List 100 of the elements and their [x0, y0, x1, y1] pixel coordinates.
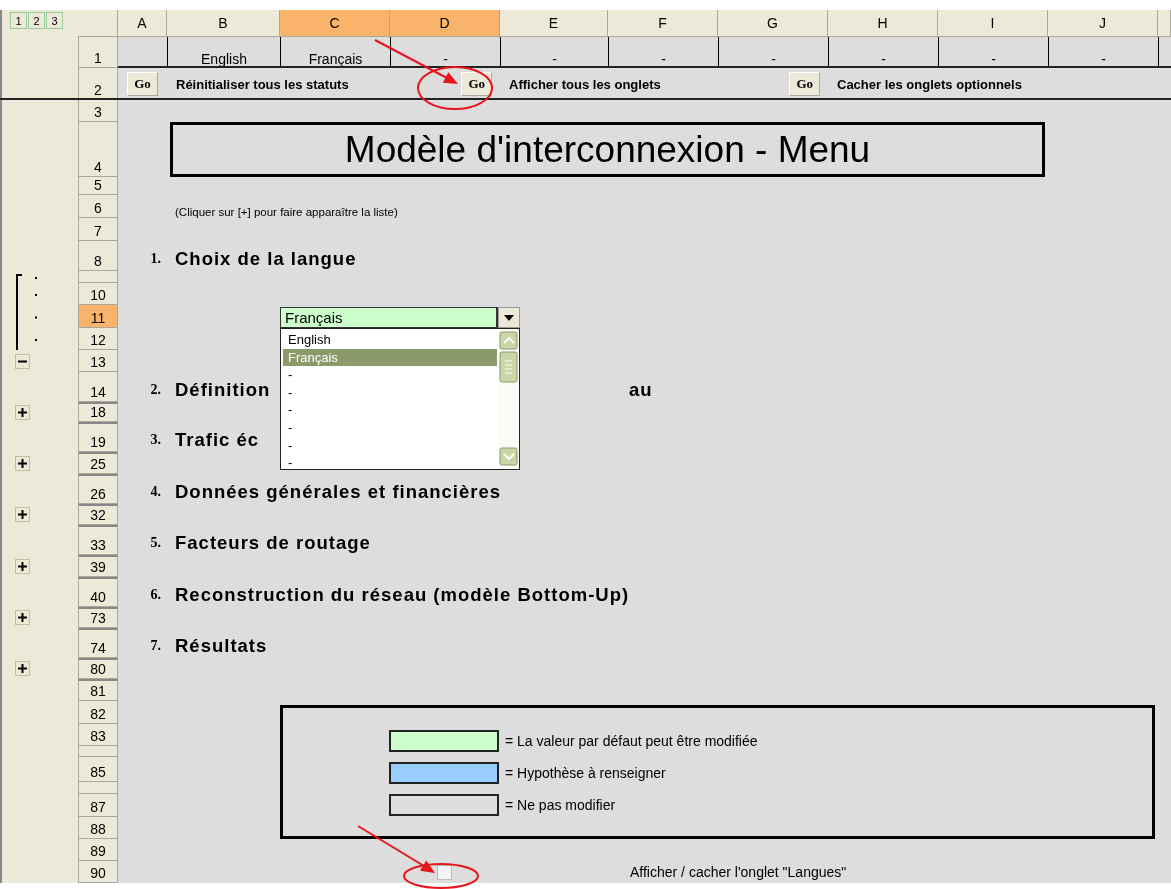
section-title[interactable]: Choix de la langue [167, 248, 357, 271]
section-title[interactable]: Reconstruction du réseau (modèle Bottom-Up) [167, 584, 630, 607]
row-header[interactable]: 80 [78, 658, 118, 679]
table-cell: - [828, 37, 938, 68]
row-header[interactable]: 83 [78, 724, 118, 746]
legend-text: = Ne pas modifier [505, 797, 616, 813]
expand-button[interactable] [15, 507, 30, 522]
row-header[interactable]: 73 [78, 607, 118, 628]
row-header[interactable]: 11 [78, 305, 118, 328]
row-header[interactable]: 39 [78, 555, 118, 577]
row-header[interactable]: 85 [78, 757, 118, 782]
hint-text: (Cliquer sur [+] pour faire apparaître la liste) [174, 206, 399, 218]
page-title: Modèle d'interconnexion - Menu [170, 122, 1045, 177]
action-label: Afficher tous les onglets [508, 76, 662, 92]
section-title[interactable]: Trafic éc [167, 429, 260, 452]
section-title[interactable]: Définition [167, 379, 271, 402]
section-number: 1. [150, 251, 162, 268]
plus-icon [18, 613, 27, 622]
column-header[interactable]: G [718, 10, 828, 37]
row-header[interactable]: 8 [78, 241, 118, 271]
section-number: 3. [150, 432, 162, 449]
column-header[interactable]: H [828, 10, 938, 37]
row-header[interactable]: 13 [78, 350, 118, 372]
expand-button[interactable] [15, 661, 30, 676]
section-title[interactable]: Facteurs de routage [167, 532, 371, 555]
table-cell: - [390, 37, 500, 68]
row-header[interactable]: 33 [78, 525, 118, 555]
row-header[interactable]: 12 [78, 328, 118, 350]
plus-icon [18, 561, 27, 571]
dropdown-option[interactable]: - [283, 454, 497, 472]
plus-icon [18, 664, 27, 673]
section-number: 4. [150, 484, 162, 501]
column-header[interactable]: I [938, 10, 1048, 37]
table-cell: - [1048, 37, 1158, 68]
plus-icon [18, 510, 27, 519]
section-title[interactable]: Données générales et financières [167, 481, 502, 504]
go-button[interactable]: Go [461, 72, 492, 96]
row-header[interactable]: 14 [78, 372, 118, 402]
outline-level-button[interactable]: 1 [10, 12, 27, 29]
column-header[interactable]: F [608, 10, 718, 37]
column-header[interactable]: C [280, 10, 390, 37]
row-header[interactable]: 82 [78, 701, 118, 724]
scrollbar[interactable] [499, 331, 519, 467]
dropdown-button[interactable] [498, 307, 520, 328]
dropdown-option[interactable]: English [283, 331, 497, 349]
table-cell: - [938, 37, 1048, 68]
row-header[interactable]: 4 [78, 122, 118, 177]
row-header[interactable]: 19 [78, 422, 118, 452]
action-label: Cacher les onglets optionnels [836, 76, 1023, 92]
table-cell: Français [280, 37, 390, 68]
table-cell: - [608, 37, 718, 68]
legend-text: = Hypothèse à renseigner [505, 765, 666, 781]
action-label: Réinitialiser tous les statuts [175, 76, 350, 92]
section-number: 2. [150, 382, 162, 399]
legend-text: = La valeur par défaut peut être modifiée [505, 733, 758, 749]
column-header[interactable]: A [118, 10, 167, 37]
row-header[interactable]: 1 [78, 37, 118, 68]
caret-icon [504, 314, 514, 321]
table-cell: - [718, 37, 828, 68]
row-header[interactable]: 88 [78, 817, 118, 839]
column-header[interactable]: E [500, 10, 608, 37]
row-header[interactable]: 87 [78, 794, 118, 817]
row-header[interactable]: 2 [78, 68, 118, 100]
row-header[interactable]: 25 [78, 452, 118, 474]
section-title[interactable]: Résultats [167, 635, 268, 658]
row-header[interactable]: 18 [78, 402, 118, 422]
section-number: 7. [150, 638, 162, 655]
dropdown-option[interactable]: - [283, 383, 497, 402]
column-header[interactable]: B [167, 10, 280, 37]
go-button[interactable]: Go [789, 72, 820, 96]
checkbox-label: Afficher / cacher l'onglet "Langues" [629, 864, 848, 880]
dropdown-option[interactable]: - [283, 418, 497, 437]
column-header[interactable]: D [390, 10, 500, 37]
row-header[interactable]: 40 [78, 577, 118, 607]
section-number: 6. [150, 587, 162, 604]
plus-icon [18, 407, 27, 417]
section-number: 5. [150, 535, 162, 552]
row-header[interactable]: 10 [78, 283, 118, 305]
expand-button[interactable] [15, 610, 30, 625]
row-header[interactable]: 26 [78, 474, 118, 504]
dropdown-option[interactable]: - [283, 436, 497, 455]
row-header[interactable]: 3 [78, 100, 118, 122]
outline-level-button[interactable]: 2 [28, 12, 45, 29]
row-header[interactable]: 74 [78, 628, 118, 658]
row-header[interactable]: 90 [78, 861, 118, 883]
dropdown-field[interactable]: Français [280, 307, 498, 328]
dropdown-option[interactable]: - [283, 401, 497, 419]
row-header[interactable]: 5 [78, 177, 118, 195]
row-header[interactable]: 81 [78, 679, 118, 701]
go-button[interactable]: Go [127, 72, 158, 96]
row-header[interactable]: 32 [78, 504, 118, 525]
section-title[interactable]: au [608, 379, 828, 402]
row-header[interactable]: 7 [78, 218, 118, 241]
dropdown-option[interactable]: - [283, 366, 497, 384]
row-header[interactable]: 6 [78, 195, 118, 218]
column-header[interactable]: J [1048, 10, 1158, 37]
table-cell: English [167, 37, 280, 68]
table-cell: - [500, 37, 608, 68]
outline-level-button[interactable]: 3 [46, 12, 63, 29]
row-header[interactable]: 89 [78, 839, 118, 861]
